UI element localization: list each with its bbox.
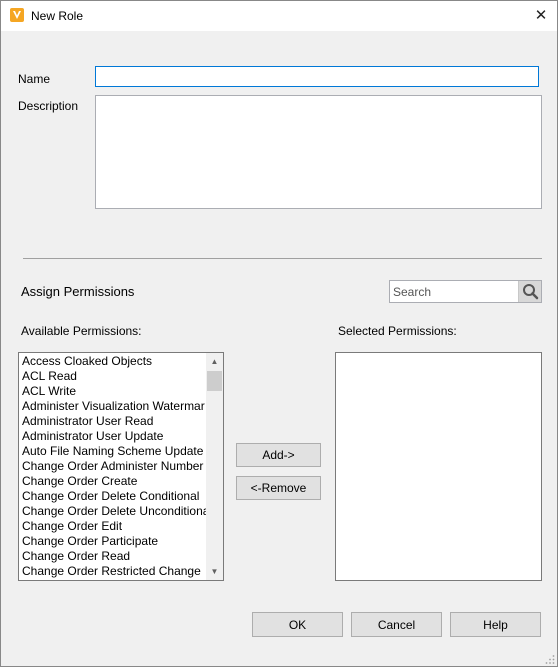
description-input[interactable] <box>95 95 542 209</box>
cancel-button[interactable]: Cancel <box>351 612 442 637</box>
permission-search-box <box>389 280 542 303</box>
list-item[interactable]: Change Order Read <box>19 549 206 564</box>
list-item[interactable]: ACL Read <box>19 369 206 384</box>
list-item[interactable]: Access Cloaked Objects <box>19 354 206 369</box>
list-item[interactable]: Change Order Delete Unconditiona <box>19 504 206 519</box>
scroll-down-icon[interactable]: ▼ <box>206 563 223 580</box>
help-button[interactable]: Help <box>450 612 541 637</box>
permission-search-input[interactable] <box>391 282 517 301</box>
section-divider <box>23 258 542 259</box>
list-item[interactable]: Change Order Administer Number <box>19 459 206 474</box>
name-label: Name <box>18 72 51 86</box>
list-item[interactable]: Administrator User Read <box>19 414 206 429</box>
list-item[interactable]: Administrator User Update <box>19 429 206 444</box>
list-item[interactable]: Change Order Create <box>19 474 206 489</box>
description-label: Description <box>18 99 79 113</box>
magnifier-icon <box>523 284 539 300</box>
ok-button[interactable]: OK <box>252 612 343 637</box>
selected-permissions-list[interactable] <box>335 352 542 581</box>
title-bar: New Role ✕ <box>1 1 557 31</box>
list-item[interactable]: Auto File Naming Scheme Update <box>19 444 206 459</box>
list-item[interactable]: Change Order Participate <box>19 534 206 549</box>
list-item[interactable]: Change Order Delete Conditional <box>19 489 206 504</box>
close-button[interactable]: ✕ <box>525 1 557 31</box>
remove-button[interactable]: <-Remove <box>236 476 321 500</box>
new-role-dialog: New Role ✕ Name Description Assign Permi… <box>0 0 558 667</box>
available-permissions-label: Available Permissions: <box>21 324 142 338</box>
close-icon: ✕ <box>534 7 548 24</box>
window-title: New Role <box>31 9 84 23</box>
add-button[interactable]: Add-> <box>236 443 321 467</box>
vault-app-icon <box>10 8 24 22</box>
search-button[interactable] <box>518 281 541 302</box>
available-items-container: Access Cloaked Objects ACL Read ACL Write A… <box>19 354 206 579</box>
selected-permissions-label: Selected Permissions: <box>338 324 457 338</box>
list-item[interactable]: ACL Write <box>19 384 206 399</box>
assign-permissions-title: Assign Permissions <box>21 284 135 299</box>
list-item[interactable]: Change Order Restricted Change <box>19 564 206 579</box>
list-item[interactable]: Administer Visualization Watermar <box>19 399 206 414</box>
resize-grip-icon[interactable] <box>545 654 555 664</box>
available-list-scrollbar[interactable]: ▲ ▼ <box>206 353 223 580</box>
scroll-thumb[interactable] <box>207 371 222 391</box>
list-item[interactable]: Change Order Edit <box>19 519 206 534</box>
available-permissions-list[interactable]: Access Cloaked Objects ACL Read ACL Write A… <box>18 352 224 581</box>
name-input[interactable] <box>95 66 539 87</box>
scroll-up-icon[interactable]: ▲ <box>206 353 223 370</box>
